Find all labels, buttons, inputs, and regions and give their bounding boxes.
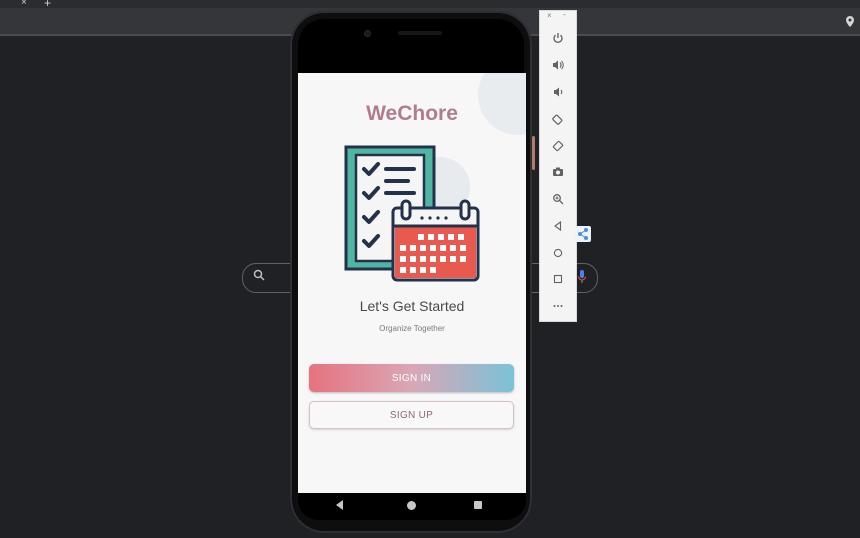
microphone-icon[interactable] [577,269,587,285]
more-icon[interactable] [546,296,570,316]
app-title: WeChore [366,102,458,125]
headline: Let's Get Started [359,298,465,314]
search-icon [253,269,265,284]
overview-icon[interactable] [546,269,570,289]
earpiece [398,31,442,35]
phone-side-button [532,136,535,170]
power-icon[interactable] [546,28,570,48]
tab-close-icon[interactable]: × [21,0,27,8]
emulator-toolbar: × - [539,10,577,322]
sign-up-button[interactable]: SIGN UP [309,401,514,429]
rotate-right-icon[interactable] [546,136,570,156]
minimize-icon[interactable]: - [563,10,566,19]
zoom-icon[interactable] [546,189,570,209]
phone-status-area [298,19,524,81]
subline: Organize Together [379,324,445,333]
volume-down-icon[interactable] [546,82,570,102]
share-icon[interactable] [575,226,591,242]
home-icon[interactable] [546,243,570,263]
checklist-calendar-illustration [342,143,482,283]
front-camera [364,30,371,37]
close-icon[interactable]: × [547,11,552,20]
location-pin-icon[interactable] [846,16,854,30]
sign-in-button[interactable]: SIGN IN [309,364,514,392]
browser-tab-bar: × + [0,0,860,10]
rotate-left-icon[interactable] [546,109,570,129]
back-icon[interactable] [336,500,343,510]
volume-up-icon[interactable] [546,55,570,75]
home-icon[interactable] [407,501,416,510]
android-nav-bar [298,493,526,520]
app-screen: WeChore Let's Get Started Organize Toget… [298,73,526,493]
emulator-toolbar-header: × - [540,10,576,23]
recents-icon[interactable] [474,501,482,509]
camera-icon[interactable] [546,162,570,182]
back-icon[interactable] [546,216,570,236]
